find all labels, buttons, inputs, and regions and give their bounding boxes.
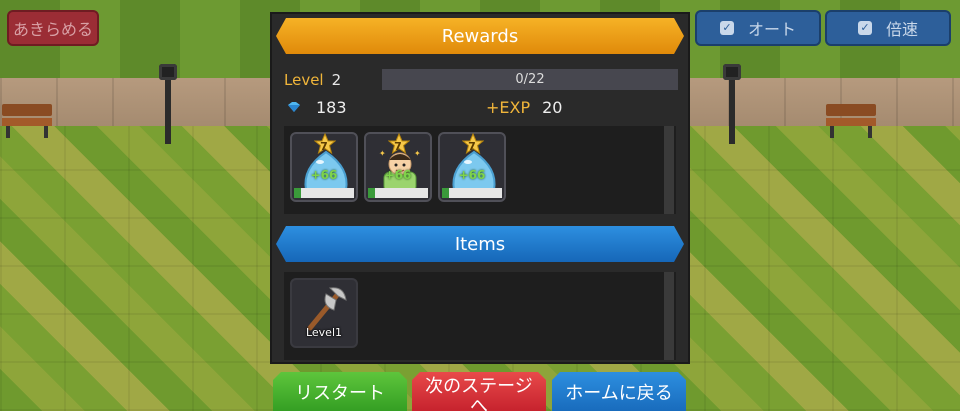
level-label: Level xyxy=(284,71,324,89)
rewards-scrollbar[interactable] xyxy=(664,126,674,214)
speed-checkbox-icon: ✓ xyxy=(857,21,872,35)
speed-toggle[interactable]: ✓ 倍速 xyxy=(825,10,951,46)
exp-reward: +EXP 20 xyxy=(486,96,562,118)
unit-card[interactable]: 7 +66 xyxy=(290,132,358,202)
unit-exp-bar xyxy=(368,188,428,198)
street-lamp-right xyxy=(723,64,741,144)
restart-button[interactable]: リスタート xyxy=(273,372,407,411)
gem-count: 183 xyxy=(316,97,347,117)
give-up-button[interactable]: あきらめる xyxy=(7,10,99,46)
item-level: Level1 xyxy=(305,326,343,339)
unit-card[interactable]: ✦ ✦ 7 +66 xyxy=(364,132,432,202)
restart-label: リスタート xyxy=(295,383,385,404)
unit-level-gain: +66 xyxy=(458,168,486,182)
rewards-header: Rewards xyxy=(276,18,684,54)
give-up-label: あきらめる xyxy=(12,20,93,39)
bench-left xyxy=(2,104,52,138)
home-button[interactable]: ホームに戻る xyxy=(552,372,686,411)
unit-reward-list: 7 +66 ✦ ✦ 7 +66 7 +66 xyxy=(284,126,676,214)
star-rank-value: 7 xyxy=(394,140,402,153)
level-progress-bar: 0/22 xyxy=(382,69,678,90)
unit-exp-bar xyxy=(294,188,354,198)
auto-label: オート xyxy=(747,20,796,39)
speed-label: 倍速 xyxy=(885,20,918,39)
gem-icon xyxy=(288,102,300,112)
exp-label: +EXP xyxy=(486,97,531,117)
gem-reward: 183 xyxy=(286,96,347,118)
result-dialog: Rewards Level 2 0/22 183 +EXP 20 7 +66 ✦… xyxy=(270,12,690,364)
bench-right xyxy=(826,104,876,138)
level-value: 2 xyxy=(331,71,342,89)
unit-exp-bar xyxy=(442,188,502,198)
unit-level-gain: +66 xyxy=(310,168,338,182)
next-stage-label: 次のステージへ xyxy=(425,376,533,411)
unit-level-gain: +66 xyxy=(384,168,412,182)
items-scrollbar[interactable] xyxy=(664,272,674,360)
street-lamp-left xyxy=(159,64,177,144)
rewards-title: Rewards xyxy=(441,25,519,47)
next-stage-button[interactable]: 次のステージへ xyxy=(412,372,546,411)
star-rank-value: 7 xyxy=(468,140,476,153)
level-info: Level 2 xyxy=(284,70,341,90)
level-progress-text: 0/22 xyxy=(515,72,545,87)
item-card[interactable]: Level1 xyxy=(290,278,358,348)
items-title: Items xyxy=(454,233,506,255)
auto-checkbox-icon: ✓ xyxy=(719,21,734,35)
home-label: ホームに戻る xyxy=(565,383,673,404)
items-header: Items xyxy=(276,226,684,262)
unit-card[interactable]: 7 +66 xyxy=(438,132,506,202)
exp-value: 20 xyxy=(542,97,563,117)
auto-toggle[interactable]: ✓ オート xyxy=(695,10,821,46)
star-rank-value: 7 xyxy=(320,140,328,153)
item-reward-list: Level1 xyxy=(284,272,676,360)
